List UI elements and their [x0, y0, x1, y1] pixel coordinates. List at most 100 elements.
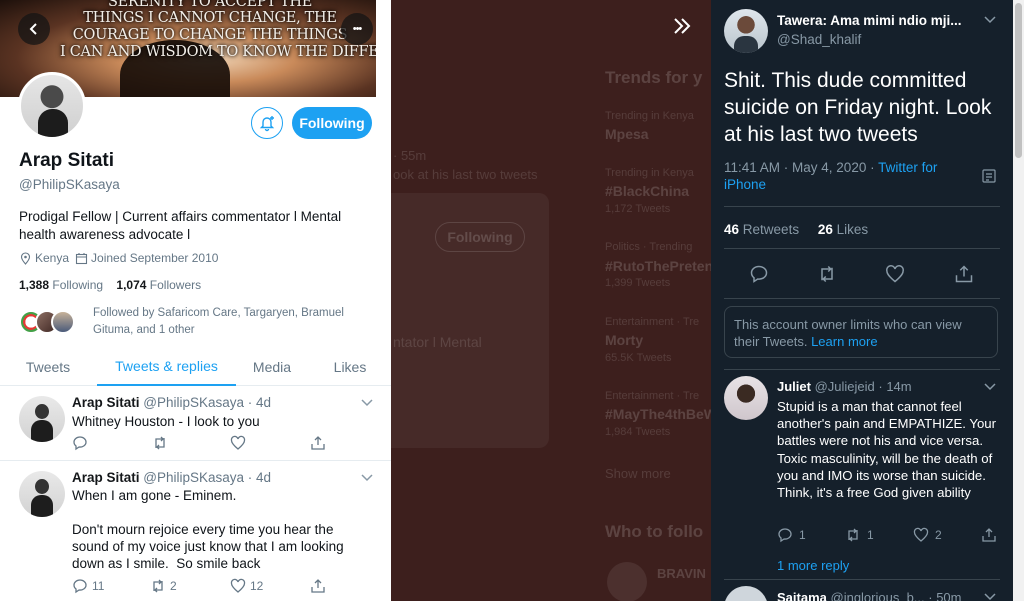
- chevron-down-icon[interactable]: [361, 399, 373, 407]
- next-media-button[interactable]: [664, 10, 700, 42]
- divider: [724, 206, 1000, 207]
- bg-trend-count: 65.5K Tweets: [605, 352, 672, 364]
- bg-show-more: Show more: [605, 466, 671, 481]
- bg-card-button: Following: [435, 222, 525, 252]
- following-stat[interactable]: 1,388 Following: [19, 278, 103, 292]
- profile-avatar[interactable]: [18, 72, 86, 140]
- reply-author[interactable]: Saitama: [777, 590, 827, 601]
- reply-header: Juliet @Juliejeid · 14m: [777, 379, 912, 394]
- reply-avatar[interactable]: [724, 586, 768, 601]
- joined-item: Joined September 2010: [75, 251, 218, 265]
- tab-media[interactable]: Media: [244, 348, 300, 386]
- reply-like-button[interactable]: 2: [913, 527, 942, 543]
- tweet-time: 11:41 AM · May 4, 2020 ·: [724, 160, 879, 175]
- reply-reply-count: 1: [799, 528, 806, 542]
- dimmed-background[interactable]: · 55m ook at his last two tweets Followi…: [391, 0, 711, 601]
- bg-card-text: ook at his last two tweets: [393, 167, 538, 182]
- bg-card-time: · 55m: [393, 148, 427, 163]
- likes-stat[interactable]: 26 Likes: [818, 222, 868, 237]
- tab-tweets[interactable]: Tweets: [14, 348, 82, 386]
- reply-author[interactable]: Juliet: [777, 379, 811, 394]
- tab-likes[interactable]: Likes: [322, 348, 378, 386]
- bg-trend-tag: #MayThe4thBeW: [605, 406, 711, 422]
- follower-avatar: [51, 310, 75, 334]
- bg-trend-context: Trending in Kenya: [605, 167, 694, 179]
- like-button[interactable]: 12: [230, 578, 263, 594]
- bg-trend-context: Politics · Trending: [605, 241, 693, 253]
- bg-who-to-follow: Who to follo: [605, 522, 704, 541]
- retweet-count: 2: [170, 579, 177, 593]
- tweet-avatar[interactable]: [19, 396, 65, 442]
- retweet-button[interactable]: [152, 435, 172, 451]
- reply-icon: [73, 436, 87, 451]
- heart-icon: [230, 435, 246, 450]
- reply-button[interactable]: 11: [72, 578, 104, 594]
- limited-visibility-notice: This account owner limits who can view t…: [724, 306, 998, 358]
- retweet-icon: [153, 579, 163, 593]
- tweet-item[interactable]: Arap Sitati @PhilipSKasaya · 4d When I a…: [0, 461, 391, 601]
- heart-icon[interactable]: [885, 264, 905, 284]
- reply-button[interactable]: [72, 435, 92, 451]
- tab-tweets-replies[interactable]: Tweets & replies: [97, 348, 236, 386]
- reply-retweet-button[interactable]: 1: [845, 527, 874, 543]
- retweets-stat[interactable]: 46 Retweets: [724, 222, 799, 237]
- tweet-author[interactable]: Arap Sitati: [72, 395, 140, 410]
- banner-quote-line: I CAN AND WISDOM TO KNOW THE DIFFERENCE.: [60, 44, 376, 60]
- author-handle: @Shad_khalif: [777, 32, 862, 47]
- follow-stats: 1,388 Following 1,074 Followers: [19, 278, 201, 292]
- more-replies-link[interactable]: 1 more reply: [777, 558, 849, 573]
- followers-stat[interactable]: 1,074 Followers: [116, 278, 201, 292]
- reply-icon[interactable]: [749, 264, 769, 284]
- share-button[interactable]: [310, 578, 330, 594]
- following-button[interactable]: Following: [292, 107, 372, 139]
- author-name[interactable]: Tawera: Ama mimi ndio mji...: [777, 13, 962, 28]
- tweet-avatar[interactable]: [19, 471, 65, 517]
- tweet-detail-panel: Tawera: Ama mimi ndio mji... @Shad_khali…: [711, 0, 1013, 601]
- retweet-button[interactable]: 2: [150, 578, 177, 594]
- notifications-bell-button[interactable]: [251, 107, 283, 139]
- tweet-author[interactable]: Arap Sitati: [72, 470, 140, 485]
- bg-trend-tag: #RutoThePreten: [605, 258, 711, 274]
- like-count: 12: [250, 579, 264, 593]
- retweets-label: Retweets: [742, 222, 800, 237]
- chevron-down-icon[interactable]: [984, 383, 996, 391]
- learn-more-link[interactable]: Learn more: [811, 334, 877, 349]
- scrollbar-thumb[interactable]: [1015, 3, 1022, 158]
- chevron-down-icon[interactable]: [984, 16, 996, 24]
- share-icon: [982, 528, 996, 542]
- analytics-icon[interactable]: [981, 168, 997, 184]
- more-options-button[interactable]: •••: [341, 13, 373, 45]
- reply-count: 11: [92, 579, 105, 593]
- author-avatar[interactable]: [724, 9, 768, 53]
- chevron-left-icon: [29, 23, 37, 35]
- chevron-down-icon[interactable]: [361, 474, 373, 482]
- chevron-down-icon[interactable]: [984, 593, 996, 601]
- double-chevron-right-icon: [674, 18, 691, 34]
- location-item: Kenya: [19, 251, 69, 265]
- followers-count: 1,074: [116, 278, 147, 292]
- reply-icon: [778, 528, 792, 543]
- page-scrollbar[interactable]: [1013, 0, 1024, 601]
- bell-plus-icon: [259, 116, 275, 132]
- share-button[interactable]: [310, 435, 330, 451]
- tweet-item[interactable]: Arap Sitati @PhilipSKasaya · 4d Whitney …: [0, 386, 391, 461]
- reply-icon: [73, 579, 87, 594]
- banner-quote-line: COURAGE TO CHANGE THE THINGS: [72, 27, 348, 43]
- tweet-header: Arap Sitati @PhilipSKasaya · 4d: [72, 395, 271, 410]
- tweet-actions: [72, 435, 332, 453]
- divider: [724, 369, 1000, 370]
- retweet-icon[interactable]: [817, 264, 837, 284]
- back-button[interactable]: [18, 13, 50, 45]
- reply-share-button[interactable]: [981, 527, 1003, 543]
- like-button[interactable]: [230, 435, 250, 451]
- tweet-text: Whitney Houston - I look to you: [72, 414, 260, 429]
- location-pin-icon: [20, 251, 31, 265]
- bg-trend-tag: #BlackChina: [605, 183, 690, 199]
- share-icon[interactable]: [954, 264, 974, 284]
- banner-quote-line: THINGS I CANNOT CHANGE, THE: [83, 10, 337, 26]
- reply-avatar[interactable]: [724, 376, 768, 420]
- bg-suggested-avatar: [607, 562, 647, 601]
- reply-retweet-count: 1: [867, 528, 874, 542]
- calendar-icon: [75, 252, 88, 264]
- reply-reply-button[interactable]: 1: [777, 527, 806, 543]
